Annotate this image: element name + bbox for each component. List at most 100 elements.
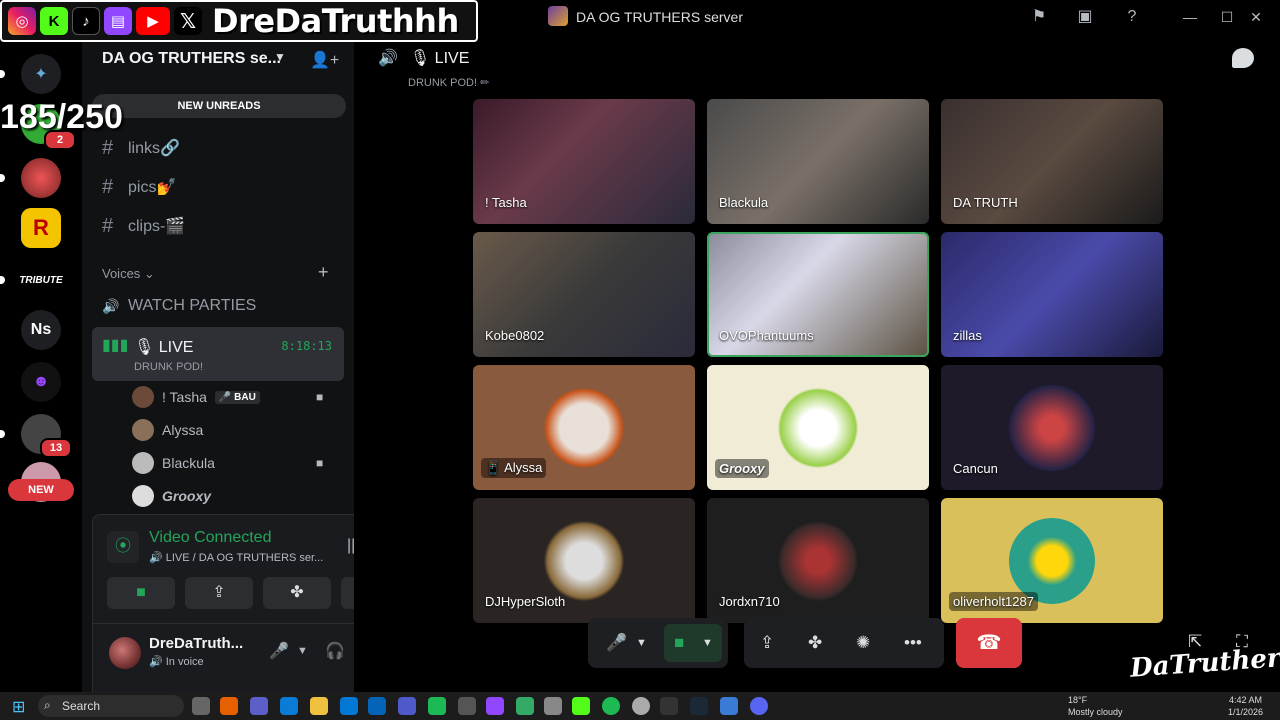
chevron-down-icon[interactable]: ▼: [636, 637, 647, 649]
video-tile[interactable]: DA TRUTH: [941, 99, 1163, 224]
screen-share-icon[interactable]: ⇪: [760, 633, 774, 653]
edge-icon[interactable]: [280, 697, 298, 715]
flag-icon[interactable]: ⚑: [1028, 6, 1050, 28]
soundboard-icon[interactable]: ✺: [856, 633, 870, 653]
server-ns-icon[interactable]: Ns: [21, 310, 61, 350]
app-icon[interactable]: [544, 697, 562, 715]
video-tile[interactable]: zillas: [941, 232, 1163, 357]
avatar-tile[interactable]: Jordxn710: [707, 498, 929, 623]
avatar-tile[interactable]: 📱 Alyssa: [473, 365, 695, 490]
firefox-icon[interactable]: [220, 697, 238, 715]
video-tile[interactable]: ! Tasha: [473, 99, 695, 224]
more-icon[interactable]: •••: [904, 633, 922, 653]
new-unreads-pill[interactable]: NEW UNREADS: [92, 94, 346, 118]
mic-camera-controls: 🎤 ▼ ■ ▼: [588, 618, 728, 668]
avatar-tile[interactable]: Cancun: [941, 365, 1163, 490]
streamer-banner: ◎ K ♪ ▤ ▶ 𝕏 DreDaTruthhh: [0, 0, 478, 42]
system-clock[interactable]: 4:42 AM 1/1/2026: [1228, 694, 1263, 718]
app-icon[interactable]: [720, 697, 738, 715]
stage-topic[interactable]: DRUNK POD! ✏: [408, 76, 489, 89]
chevron-down-icon[interactable]: ▼: [274, 50, 286, 64]
avatar-tile[interactable]: Grooxy: [707, 365, 929, 490]
microphone-icon[interactable]: 🎤: [606, 633, 627, 653]
hang-up-button[interactable]: ☎: [956, 618, 1022, 668]
channel-links[interactable]: # links🔗: [102, 134, 180, 162]
instagram-icon: ◎: [8, 7, 36, 35]
voice-user[interactable]: Grooxy: [132, 483, 211, 509]
add-channel-icon[interactable]: +: [318, 262, 329, 283]
avatar: [541, 517, 627, 604]
file-explorer-icon[interactable]: [310, 697, 328, 715]
call-stage: 🔊 🎙 LIVE DRUNK POD! ✏ ! Tasha Blackula D…: [354, 34, 1280, 692]
kick-app-icon[interactable]: [572, 697, 590, 715]
spotify-icon[interactable]: [602, 697, 620, 715]
microphone-icon[interactable]: 🎤: [269, 641, 289, 661]
avatar-tile[interactable]: oliverholt1287: [941, 498, 1163, 623]
steam-icon[interactable]: [690, 697, 708, 715]
close-button[interactable]: ✕: [1245, 6, 1267, 28]
headphones-icon[interactable]: 🎧: [325, 641, 345, 661]
video-tile[interactable]: Blackula: [707, 99, 929, 224]
activities-button[interactable]: ✤: [263, 577, 331, 609]
voices-category[interactable]: Voices ⌄: [102, 266, 155, 282]
activities-icon[interactable]: ✤: [808, 633, 822, 653]
inbox-icon[interactable]: ▣: [1074, 6, 1096, 28]
chevron-down-icon[interactable]: ▼: [297, 645, 308, 657]
server-item[interactable]: [21, 158, 61, 198]
participant-name: DA TRUTH: [953, 195, 1018, 210]
maximize-button[interactable]: ☐: [1216, 6, 1238, 28]
discord-icon[interactable]: [750, 697, 768, 715]
avatar[interactable]: [109, 637, 141, 669]
server-item[interactable]: ☻: [21, 362, 61, 402]
server-name[interactable]: DA OG TRUTHERS se...: [102, 50, 281, 68]
voice-user[interactable]: Blackula ■: [132, 450, 323, 476]
video-tile[interactable]: Kobe0802: [473, 232, 695, 357]
voice-status-sub[interactable]: 🔊 LIVE / DA OG TRUTHERS ser...: [149, 551, 323, 564]
outlook-icon[interactable]: [368, 697, 386, 715]
windows-start-icon[interactable]: ⊞: [12, 697, 25, 717]
server-party-icon[interactable]: ✦: [21, 54, 61, 94]
app-icon[interactable]: [428, 697, 446, 715]
channel-watch-parties[interactable]: 🔊 WATCH PARTIES: [102, 292, 256, 320]
channel-live-active[interactable]: ▮▮▮ 🎙 LIVE 8:18:13 DRUNK POD!: [92, 327, 344, 381]
voice-user[interactable]: ! Tasha 🎤 BAU ■: [132, 384, 323, 410]
participant-name: ! Tasha: [485, 195, 527, 210]
signal-icon[interactable]: ⦿: [107, 531, 139, 563]
channel-label: WATCH PARTIES: [128, 297, 257, 314]
teams-icon[interactable]: [398, 697, 416, 715]
chevron-down-icon[interactable]: ▼: [702, 637, 713, 649]
clock-time: 4:42 AM: [1229, 695, 1263, 705]
speaker-icon: 🔊: [102, 297, 120, 314]
video-tile-speaking[interactable]: OVOPhantuums: [707, 232, 929, 357]
help-icon[interactable]: ?: [1121, 6, 1143, 28]
minimize-button[interactable]: —: [1179, 6, 1201, 28]
speaker-icon: 🔊: [378, 50, 398, 67]
chat-icon[interactable]: [1232, 48, 1254, 68]
copilot-icon[interactable]: [250, 697, 268, 715]
camera-icon[interactable]: ■: [674, 633, 684, 653]
unread-pip: [0, 70, 5, 78]
app-icon[interactable]: [632, 697, 650, 715]
add-user-icon[interactable]: 👤+: [310, 50, 339, 70]
participant-name: zillas: [953, 328, 982, 343]
weather-widget[interactable]: 18°F Mostly cloudy: [1068, 694, 1123, 718]
store-icon[interactable]: [340, 697, 358, 715]
app-icon[interactable]: [486, 697, 504, 715]
channel-clips[interactable]: # clips-🎬: [102, 212, 185, 240]
rockstar-server-icon[interactable]: R: [21, 208, 61, 248]
participant-name: Blackula: [719, 195, 769, 210]
voice-user[interactable]: Alyssa: [132, 417, 203, 443]
channel-pics[interactable]: # pics💅: [102, 173, 176, 201]
taskbar-search[interactable]: Search: [38, 695, 184, 717]
new-servers-pill[interactable]: NEW: [8, 479, 74, 501]
avatar-tile[interactable]: DJHyperSloth: [473, 498, 695, 623]
camera-button[interactable]: ■: [107, 577, 175, 609]
app-icon[interactable]: [660, 697, 678, 715]
current-user-name: DreDaTruth...: [149, 635, 244, 652]
app-icon[interactable]: [516, 697, 534, 715]
screen-share-button[interactable]: ⇪: [185, 577, 253, 609]
tribute-server-icon[interactable]: TRIBUTE: [19, 260, 62, 300]
task-view-icon[interactable]: [192, 697, 210, 715]
app-icon[interactable]: [458, 697, 476, 715]
avatar: [1009, 517, 1095, 604]
